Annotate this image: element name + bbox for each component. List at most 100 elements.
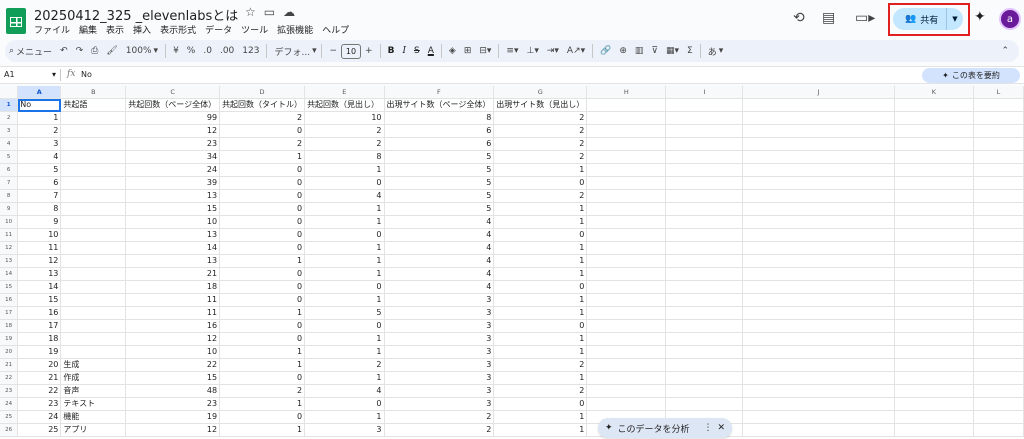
cell[interactable]: 5 [384, 176, 495, 191]
column-header[interactable]: E [304, 86, 385, 100]
star-icon[interactable]: ☆ [245, 5, 256, 19]
cell[interactable]: 23 [125, 397, 221, 412]
cell[interactable] [973, 228, 1024, 243]
cell[interactable] [665, 254, 744, 269]
cell[interactable] [894, 332, 974, 347]
font-select[interactable]: デフォ... ▾ [270, 45, 318, 58]
cell[interactable] [586, 280, 667, 295]
cell[interactable] [586, 254, 667, 269]
menu-item[interactable]: 表示 [106, 23, 124, 36]
cell[interactable]: 0 [219, 202, 306, 217]
cell[interactable] [894, 254, 974, 269]
cell[interactable]: 4 [304, 384, 385, 399]
cell[interactable]: 1 [493, 410, 588, 425]
cell[interactable]: 13 [125, 228, 221, 243]
paint-format-icon[interactable]: 🖌 [102, 46, 121, 56]
cell[interactable]: 1 [493, 267, 588, 282]
menu-item[interactable]: ヘルプ [322, 23, 349, 36]
row-header[interactable]: 7 [0, 176, 19, 191]
cell[interactable] [894, 345, 974, 360]
cell[interactable] [894, 215, 974, 230]
cell[interactable] [894, 228, 974, 243]
cell[interactable] [973, 332, 1024, 347]
cell[interactable]: 1 [304, 215, 385, 230]
cell[interactable] [665, 397, 744, 412]
cell[interactable]: 34 [125, 150, 221, 165]
more-formats-button[interactable]: 123 [238, 46, 263, 56]
cell[interactable] [586, 163, 667, 178]
cell[interactable] [973, 215, 1024, 230]
cell[interactable] [665, 280, 744, 295]
share-dropdown-chevron-icon[interactable]: ▼ [947, 15, 963, 23]
menu-item[interactable]: 表示形式 [160, 23, 196, 36]
column-header[interactable]: B [60, 86, 127, 100]
column-header[interactable]: A [17, 86, 62, 100]
formula-input[interactable]: No [81, 70, 92, 79]
cell[interactable] [665, 371, 744, 386]
cell[interactable] [665, 306, 744, 321]
cell[interactable] [665, 267, 744, 282]
row-header[interactable]: 15 [0, 280, 19, 295]
cell[interactable]: 0 [219, 371, 306, 386]
italic-icon[interactable]: I [398, 46, 410, 56]
cell[interactable]: 21 [125, 267, 221, 282]
cell[interactable]: 19 [125, 410, 221, 425]
cell[interactable] [586, 397, 667, 412]
cell[interactable] [60, 293, 127, 308]
row-header[interactable]: 2 [0, 111, 19, 126]
cell[interactable]: 0 [219, 163, 306, 178]
cell[interactable] [894, 423, 974, 438]
horizontal-align-icon[interactable]: ≡▾ [502, 46, 522, 56]
cell[interactable] [60, 150, 127, 165]
cell[interactable] [586, 98, 667, 113]
cell[interactable]: 13 [17, 267, 62, 282]
cell[interactable]: 1 [219, 397, 306, 412]
more-options-icon[interactable]: ⋮ [703, 423, 712, 433]
cell[interactable]: 1 [304, 267, 385, 282]
cell[interactable] [894, 189, 974, 204]
row-header[interactable]: 20 [0, 345, 19, 360]
column-header[interactable]: H [586, 86, 667, 100]
cell[interactable]: 16 [17, 306, 62, 321]
row-header[interactable]: 26 [0, 423, 19, 438]
cell[interactable]: 1 [304, 371, 385, 386]
cell[interactable] [665, 176, 744, 191]
cell[interactable]: 作成 [60, 371, 127, 386]
cell[interactable]: 1 [304, 254, 385, 269]
cell[interactable] [60, 215, 127, 230]
fill-color-icon[interactable]: ◈ [445, 46, 460, 56]
analyze-data-button[interactable]: このデータを分析 [618, 422, 690, 435]
column-header[interactable]: K [894, 86, 974, 100]
cell[interactable]: 0 [219, 228, 306, 243]
column-header[interactable]: C [125, 86, 221, 100]
bold-icon[interactable]: B [384, 46, 399, 56]
cell[interactable] [742, 150, 895, 165]
cell[interactable] [894, 176, 974, 191]
cell[interactable]: 1 [219, 150, 306, 165]
cell[interactable]: 0 [304, 228, 385, 243]
cell[interactable]: 48 [125, 384, 221, 399]
cell[interactable]: 12 [125, 124, 221, 139]
cell[interactable]: 2 [304, 137, 385, 152]
cell[interactable] [973, 111, 1024, 126]
cell[interactable]: 2 [219, 111, 306, 126]
cell[interactable]: 2 [493, 358, 588, 373]
cell[interactable] [665, 150, 744, 165]
cell[interactable]: 1 [304, 410, 385, 425]
cell[interactable]: 11 [125, 293, 221, 308]
cell[interactable]: 出現サイト数（見出し） [493, 98, 588, 113]
cell[interactable]: 13 [125, 189, 221, 204]
row-header[interactable]: 24 [0, 397, 19, 412]
cell[interactable] [586, 267, 667, 282]
cell[interactable]: 3 [17, 137, 62, 152]
cell[interactable]: 18 [125, 280, 221, 295]
cell[interactable]: 4 [384, 267, 495, 282]
collapse-toolbar-icon[interactable]: ⌃ [997, 46, 1019, 56]
cell[interactable] [742, 215, 895, 230]
cell[interactable] [973, 189, 1024, 204]
cell[interactable]: 2 [219, 137, 306, 152]
cell[interactable] [60, 228, 127, 243]
cell[interactable]: 9 [17, 215, 62, 230]
row-header[interactable]: 14 [0, 267, 19, 282]
cell[interactable]: 1 [219, 345, 306, 360]
